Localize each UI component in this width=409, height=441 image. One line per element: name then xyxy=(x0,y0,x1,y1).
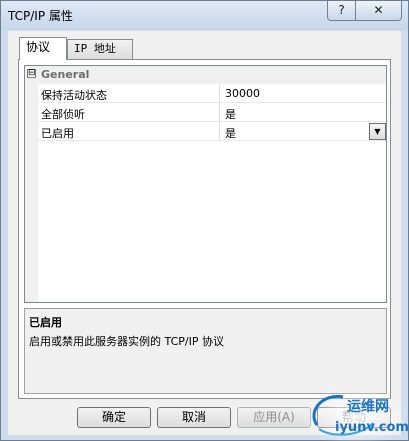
watermark-logo: 运维网 iyunv.com xyxy=(303,389,409,441)
tab-ip-address[interactable]: IP 地址 xyxy=(67,39,133,59)
tab-panel-protocol: ⊟ General 保持活动状态 30000 全部侦听 是 已启用 是 ▼ 已启… xyxy=(18,59,391,399)
property-name: 全部侦听 xyxy=(41,108,85,121)
watermark-line1: 运维网 xyxy=(347,398,389,415)
close-button[interactable]: ✕ xyxy=(355,1,402,21)
property-value[interactable]: 是 xyxy=(225,125,236,141)
property-value[interactable]: 是 xyxy=(225,106,236,122)
column-divider[interactable] xyxy=(219,122,220,141)
property-row-keepalive[interactable]: 保持活动状态 30000 xyxy=(38,84,386,103)
title-bar[interactable]: TCP/IP 属性 ? ✕ xyxy=(1,1,408,30)
collapse-icon[interactable]: ⊟ xyxy=(27,69,36,78)
dialog-window: TCP/IP 属性 ? ✕ 协议 IP 地址 ⊟ General 保持活动状态 xyxy=(0,0,409,441)
apply-button[interactable]: 应用(A) xyxy=(237,407,311,428)
property-grid: ⊟ General 保持活动状态 30000 全部侦听 是 已启用 是 ▼ xyxy=(24,65,387,303)
ok-button[interactable]: 确定 xyxy=(77,407,151,428)
category-label: General xyxy=(41,68,90,81)
description-title: 已启用 xyxy=(29,316,62,329)
window-title: TCP/IP 属性 xyxy=(8,9,73,23)
tab-protocol[interactable]: 协议 xyxy=(19,37,67,60)
column-divider[interactable] xyxy=(219,103,220,122)
question-icon: ? xyxy=(338,3,345,17)
watermark-line2: iyunv.com xyxy=(335,420,409,435)
property-name: 保持活动状态 xyxy=(41,89,107,102)
description-text: 启用或禁用此服务器实例的 TCP/IP 协议 xyxy=(29,335,224,348)
dialog-client: 协议 IP 地址 ⊟ General 保持活动状态 30000 全部侦听 是 已… xyxy=(8,31,401,435)
description-panel: 已启用 启用或禁用此服务器实例的 TCP/IP 协议 xyxy=(24,308,387,394)
dropdown-arrow-icon[interactable]: ▼ xyxy=(369,123,386,140)
column-divider[interactable] xyxy=(219,84,220,103)
property-value[interactable]: 30000 xyxy=(225,87,260,100)
close-icon: ✕ xyxy=(373,3,384,17)
property-row-enabled[interactable]: 已启用 是 ▼ xyxy=(38,122,386,141)
property-name: 已启用 xyxy=(41,127,74,140)
help-title-button[interactable]: ? xyxy=(327,1,356,21)
category-general[interactable]: ⊟ General xyxy=(25,66,386,84)
cancel-button[interactable]: 取消 xyxy=(157,407,231,428)
property-row-listen-all[interactable]: 全部侦听 是 xyxy=(38,103,386,122)
grid-gutter xyxy=(25,84,38,302)
